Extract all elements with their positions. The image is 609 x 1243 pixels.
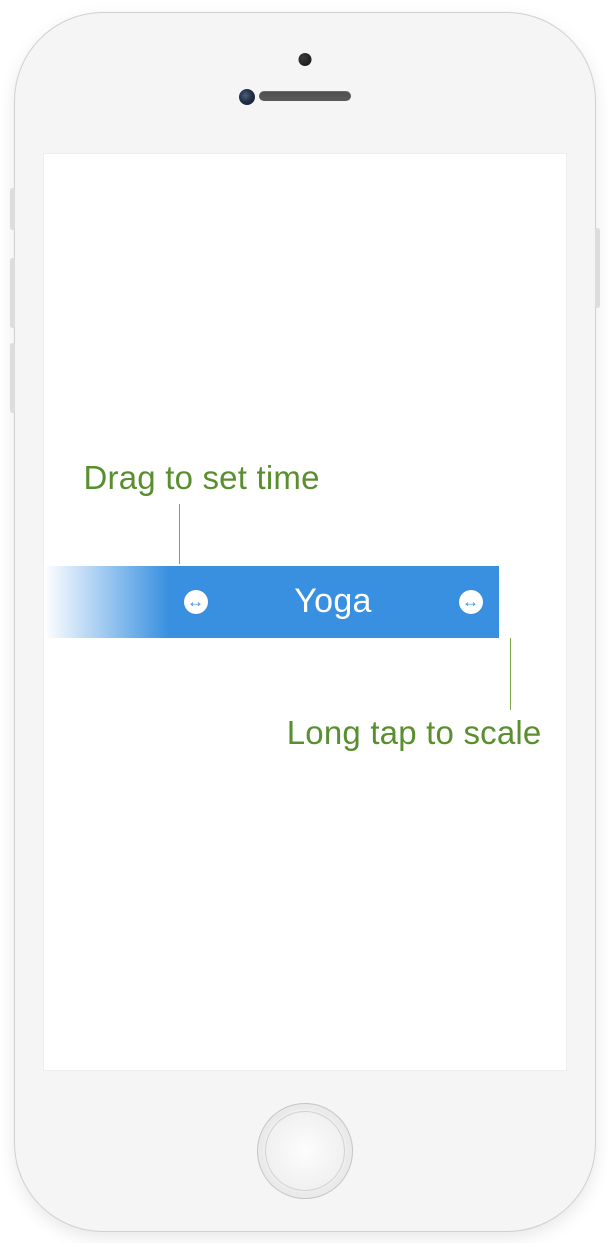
earpiece-speaker-icon [259, 91, 351, 101]
volume-up-button [10, 258, 15, 328]
hint-drag-label: Drag to set time [84, 459, 320, 497]
connector-top-icon [179, 504, 180, 564]
event-bar[interactable]: ↔ Yoga ↔ [44, 566, 499, 638]
resize-arrows-icon: ↔ [462, 593, 479, 610]
event-bar-body[interactable]: ↔ Yoga ↔ [168, 566, 499, 638]
resize-arrows-icon: ↔ [187, 593, 204, 610]
event-bar-fade [44, 566, 168, 638]
mute-switch [10, 188, 15, 230]
screen: Drag to set time ↔ Yoga ↔ Long tap to sc… [43, 153, 567, 1071]
front-camera-icon [239, 89, 255, 105]
hint-scale-label: Long tap to scale [287, 714, 542, 752]
event-title: Yoga [208, 582, 459, 621]
left-resize-handle[interactable]: ↔ [184, 590, 208, 614]
power-button [595, 228, 600, 308]
phone-frame: Drag to set time ↔ Yoga ↔ Long tap to sc… [15, 13, 595, 1231]
volume-down-button [10, 343, 15, 413]
top-sensor-icon [298, 53, 311, 66]
connector-bottom-icon [510, 638, 511, 710]
home-button[interactable] [257, 1103, 353, 1199]
right-resize-handle[interactable]: ↔ [459, 590, 483, 614]
